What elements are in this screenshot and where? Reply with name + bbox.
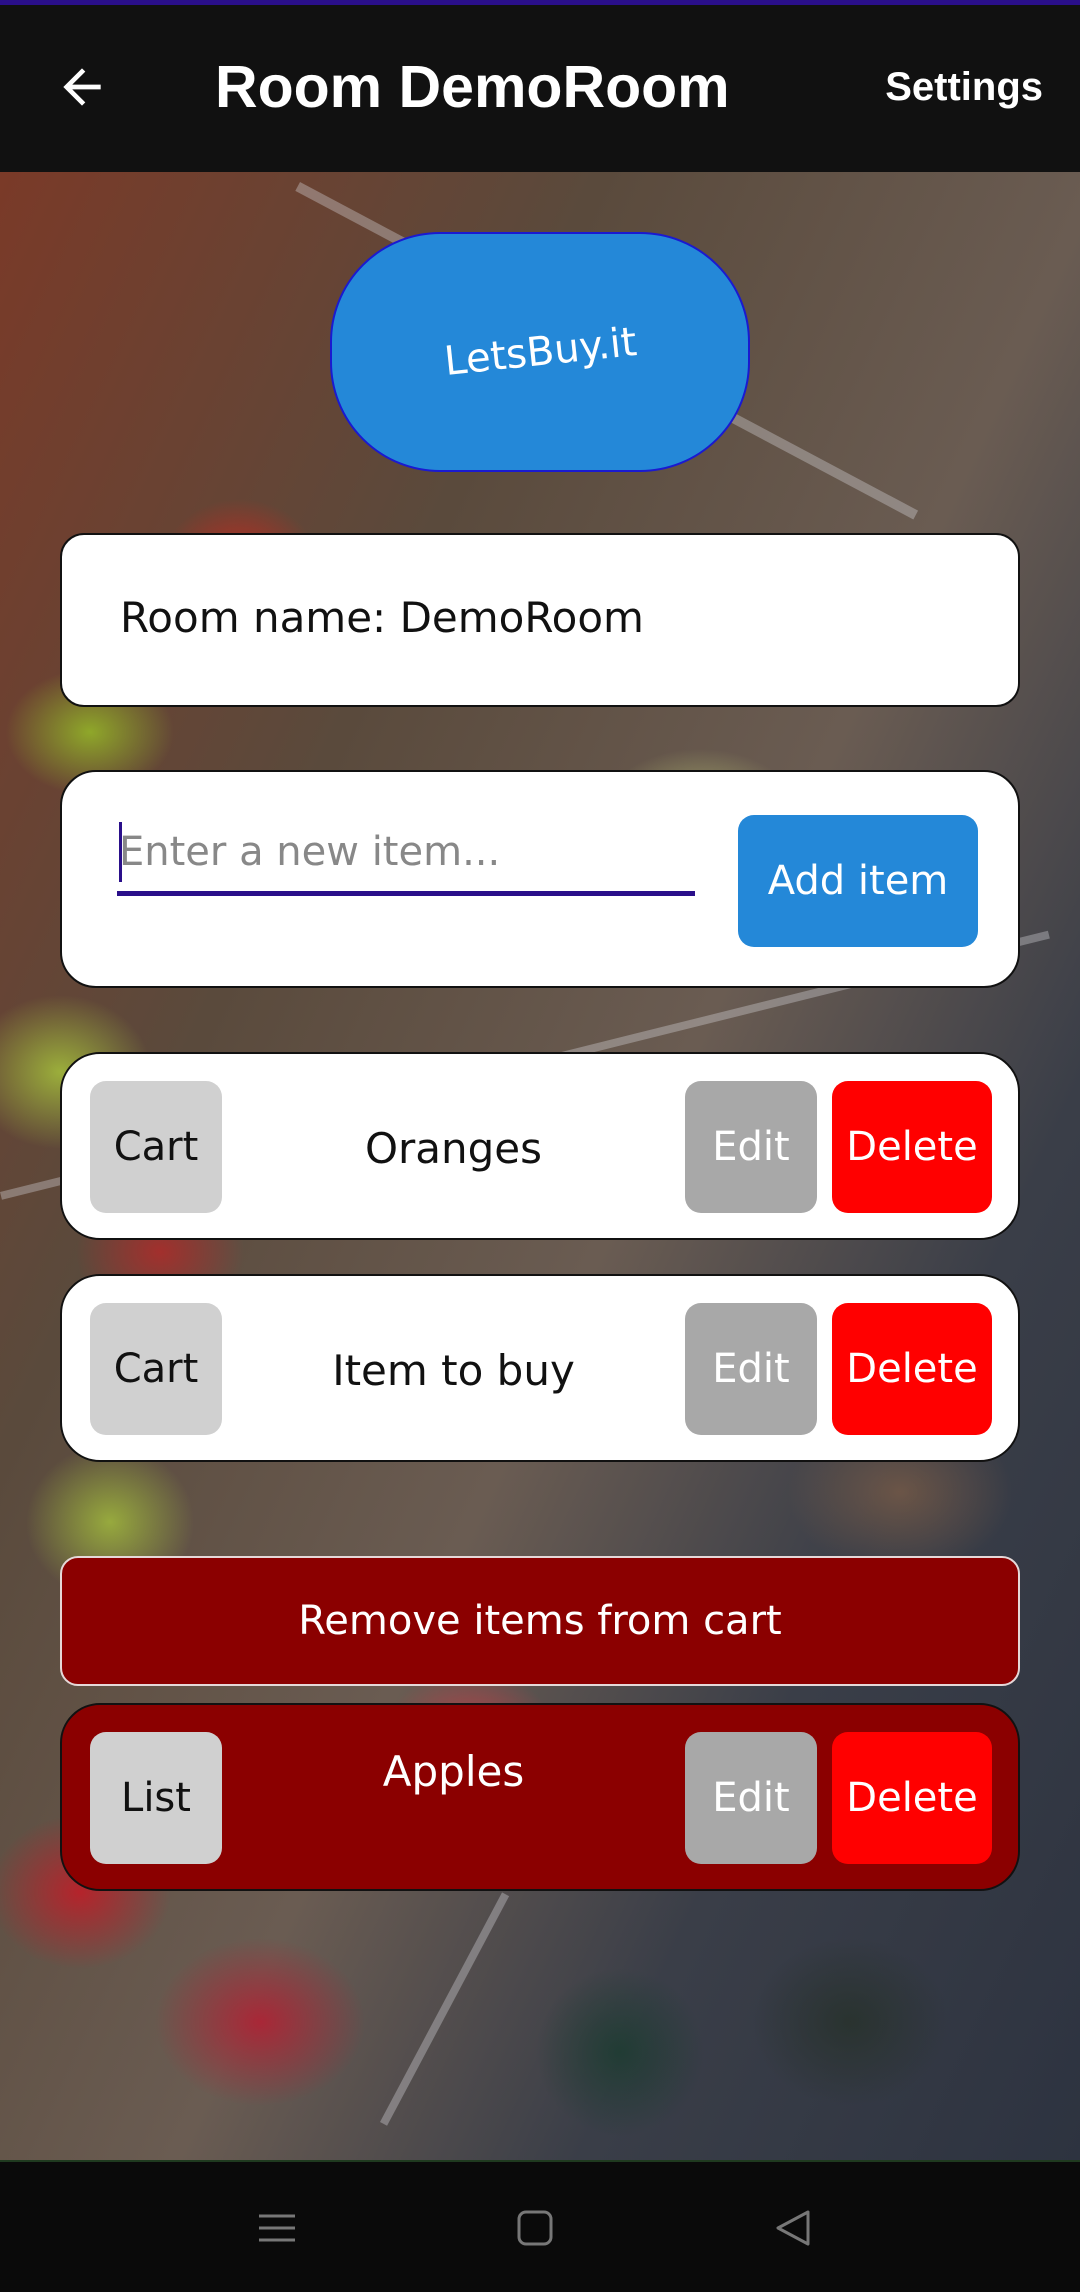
item-name: Oranges: [364, 1123, 543, 1173]
remove-items-from-cart-button[interactable]: Remove items from cart: [60, 1556, 1020, 1686]
arrow-left-icon: [63, 68, 101, 106]
add-item-button[interactable]: Add item: [738, 815, 978, 947]
list-item: Cart Oranges Edit Delete: [60, 1052, 1020, 1240]
delete-button[interactable]: Delete: [832, 1081, 992, 1213]
move-to-cart-button[interactable]: Cart: [90, 1081, 222, 1213]
app-logo: LetsBuy.it: [330, 232, 750, 472]
menu-lines-icon: [259, 2214, 295, 2242]
home-square-icon: [517, 2210, 553, 2246]
room-name-label: Room name: DemoRoom: [120, 593, 644, 642]
new-item-input[interactable]: [117, 812, 695, 896]
edit-button[interactable]: Edit: [685, 1732, 817, 1864]
recent-apps-button[interactable]: [247, 2198, 307, 2258]
page-title: Room DemoRoom: [215, 54, 730, 120]
shelf-highlight: [380, 1892, 510, 2126]
list-item: Cart Item to buy Edit Delete: [60, 1274, 1020, 1462]
cart-item: List Apples Edit Delete: [60, 1703, 1020, 1891]
move-to-cart-button[interactable]: Cart: [90, 1303, 222, 1435]
home-button[interactable]: [505, 2198, 565, 2258]
settings-button[interactable]: Settings: [885, 65, 1043, 110]
edit-button[interactable]: Edit: [685, 1303, 817, 1435]
app-bar: Room DemoRoom Settings: [0, 5, 1080, 172]
system-back-button[interactable]: [762, 2198, 822, 2258]
room-name-card: Room name: DemoRoom: [60, 533, 1020, 707]
back-button[interactable]: [40, 45, 124, 129]
system-nav-bar: [0, 2160, 1080, 2292]
back-triangle-icon: [776, 2210, 810, 2246]
text-caret: [119, 822, 122, 882]
move-to-list-button[interactable]: List: [90, 1732, 222, 1864]
add-item-card: Add item: [60, 770, 1020, 988]
logo-text: LetsBuy.it: [441, 319, 639, 385]
delete-button[interactable]: Delete: [832, 1303, 992, 1435]
item-name: Item to buy: [332, 1345, 575, 1395]
delete-button[interactable]: Delete: [832, 1732, 992, 1864]
item-name: Apples: [382, 1747, 525, 1796]
edit-button[interactable]: Edit: [685, 1081, 817, 1213]
